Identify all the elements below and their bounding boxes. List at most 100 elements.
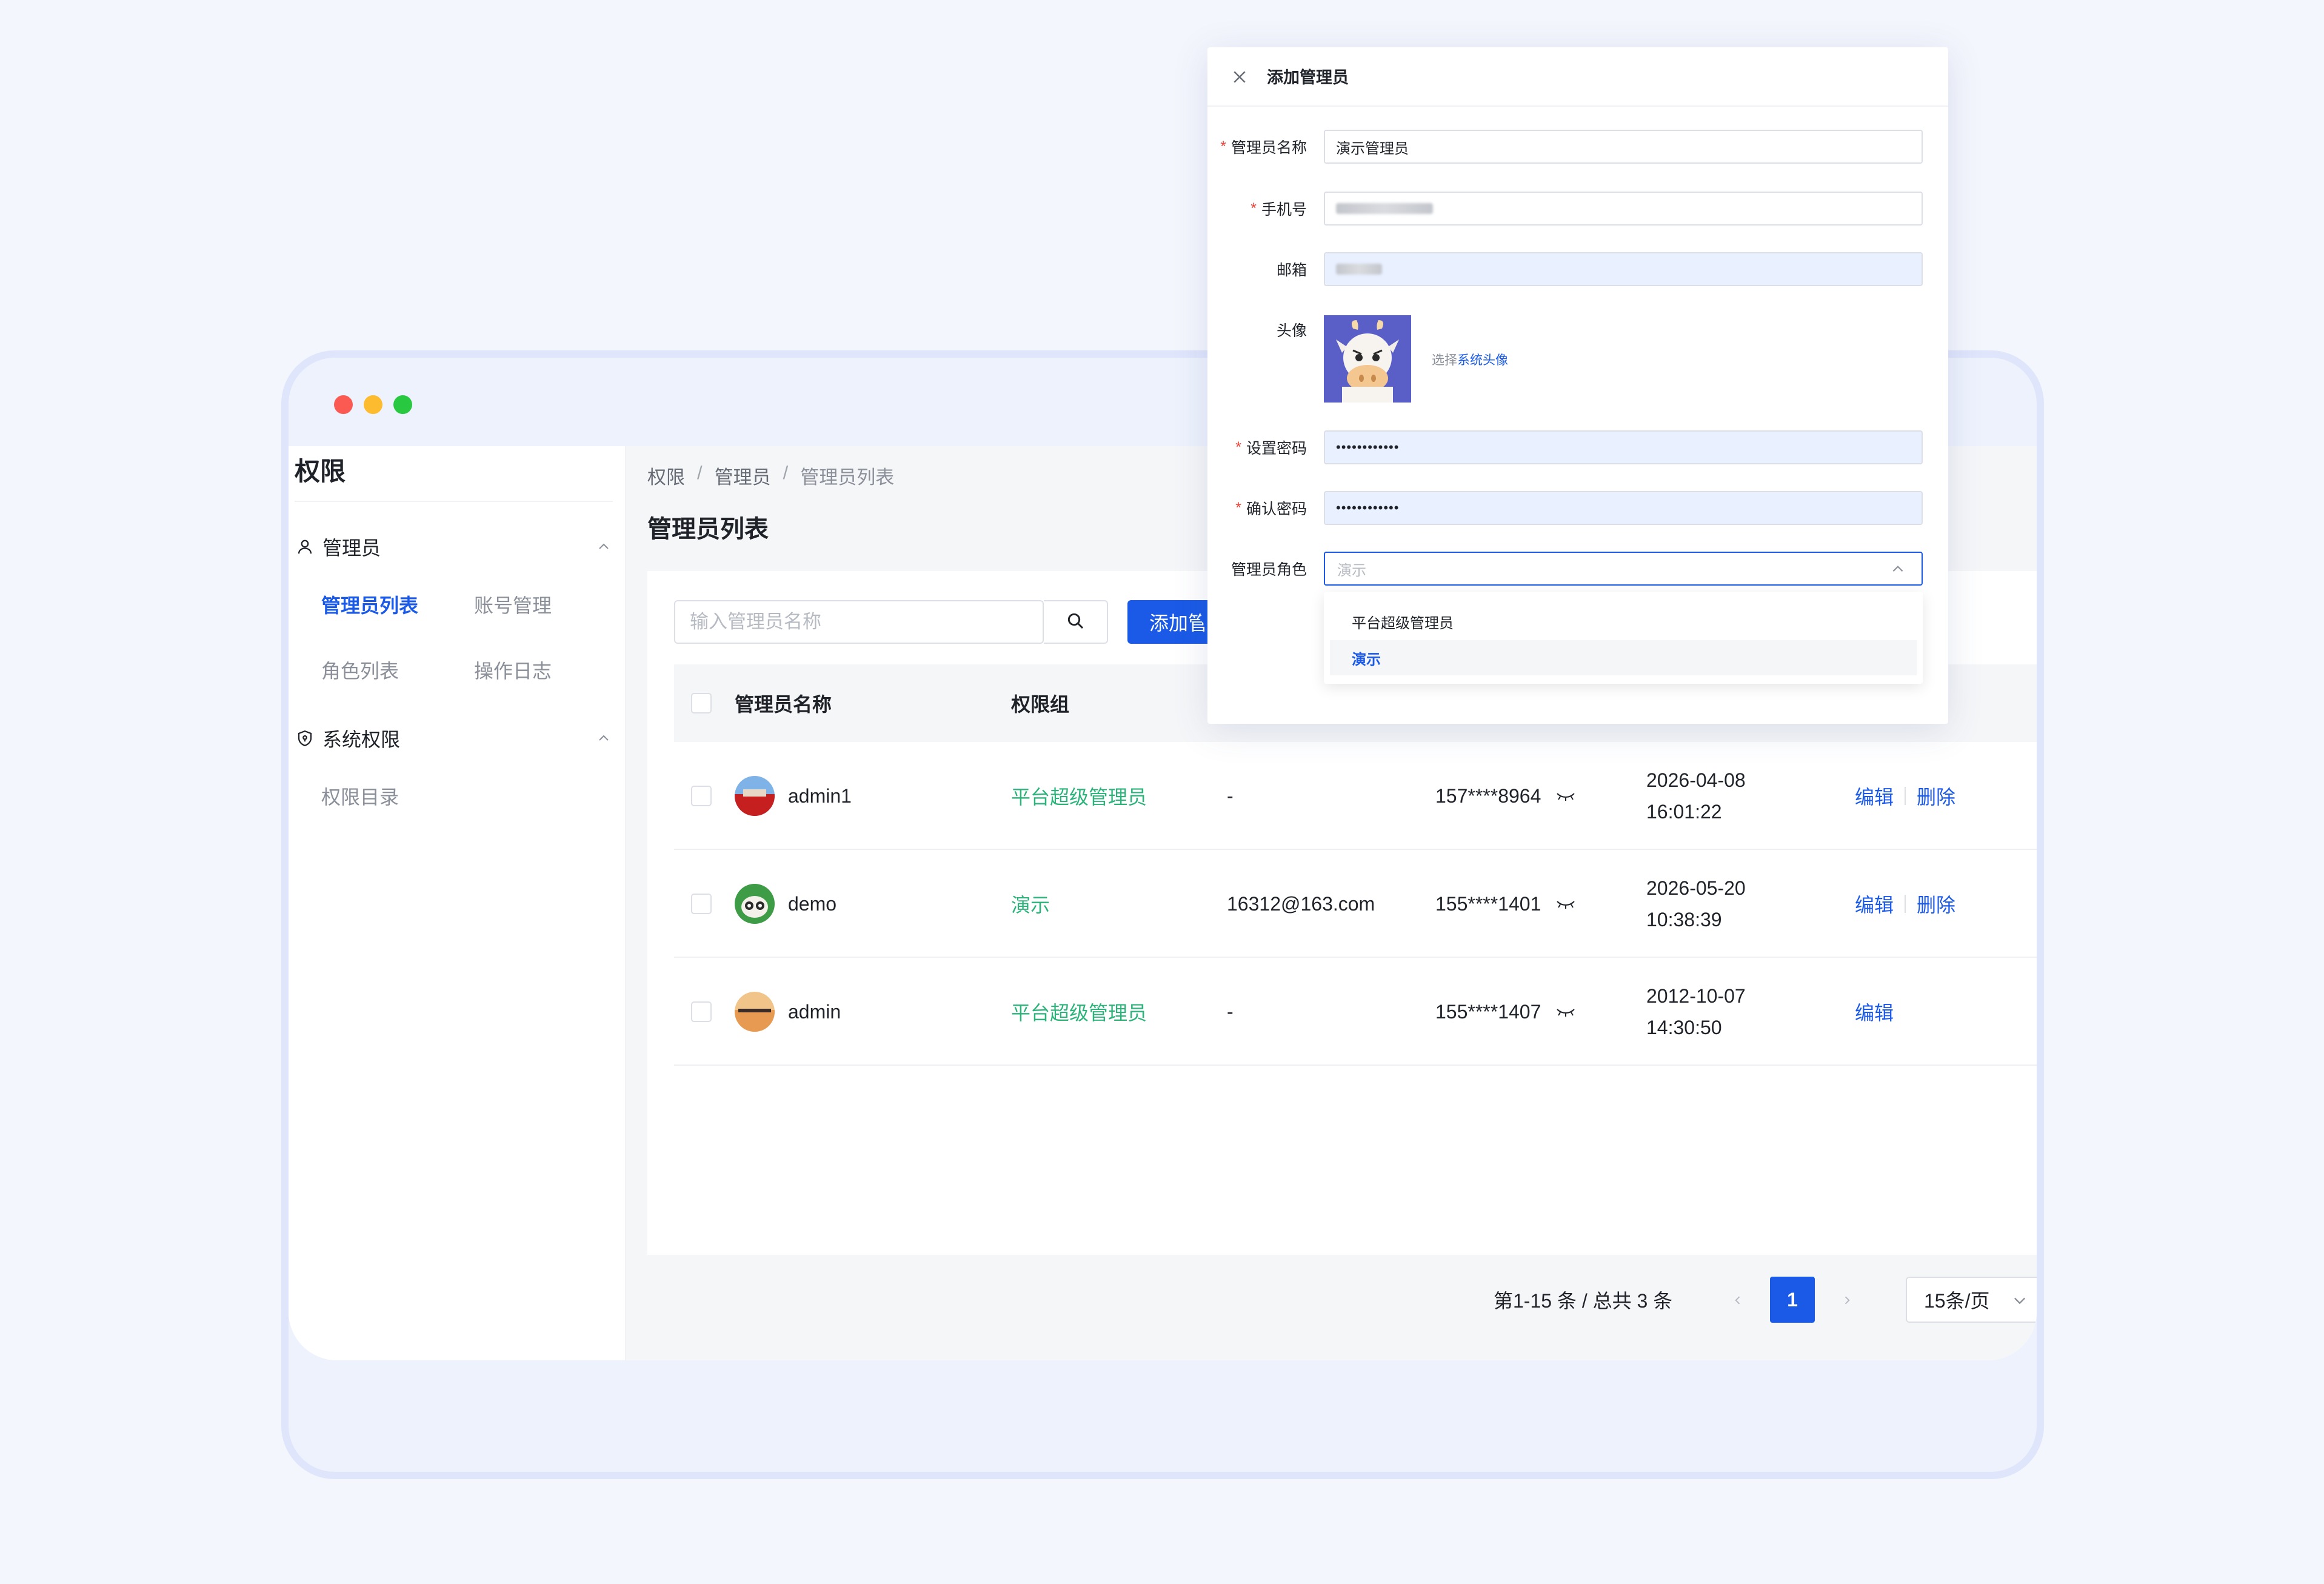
prev-page-button[interactable] — [1715, 1277, 1760, 1323]
field-label-text: 设置密码 — [1246, 440, 1307, 457]
blurred-email-value — [1336, 264, 1382, 275]
role-option-selected[interactable]: 演示 — [1330, 640, 1917, 675]
page-button-current[interactable]: 1 — [1770, 1277, 1815, 1323]
search-input[interactable] — [675, 610, 1043, 633]
sidebar-title: 权限 — [295, 457, 346, 486]
phone-value: 157****8964 — [1435, 784, 1541, 807]
role-select[interactable]: 演示 — [1324, 552, 1923, 586]
eye-closed-icon[interactable] — [1555, 898, 1576, 910]
action-divider — [1905, 895, 1906, 913]
avatar — [735, 776, 775, 816]
row-checkbox[interactable] — [691, 1001, 712, 1022]
phone-value: 155****1407 — [1435, 1000, 1541, 1023]
chevron-left-icon — [1732, 1289, 1744, 1311]
created-time-cell: 2012-10-07 14:30:50 — [1646, 958, 1746, 1066]
created-date: 2012-10-07 — [1646, 985, 1746, 1007]
breadcrumb: 权限 / 管理员 / 管理员列表 — [647, 462, 894, 489]
admin-name-cell: admin1 — [735, 742, 852, 850]
cow-avatar-icon — [1324, 315, 1411, 403]
close-icon[interactable] — [1230, 68, 1249, 86]
role-select-value: 演示 — [1337, 562, 1366, 579]
breadcrumb-item[interactable]: 权限 — [647, 462, 685, 489]
field-label-confirm-password: * 确认密码 — [1235, 491, 1307, 525]
eye-closed-icon[interactable] — [1555, 790, 1576, 802]
maximize-window-dot[interactable] — [393, 395, 412, 414]
avatar — [735, 992, 775, 1032]
edit-link[interactable]: 编辑 — [1855, 998, 1894, 1026]
select-all-checkbox[interactable] — [691, 693, 712, 713]
email-input[interactable] — [1324, 252, 1923, 286]
role-option[interactable]: 平台超级管理员 — [1330, 604, 1917, 639]
search-box[interactable] — [674, 600, 1044, 644]
page-title: 管理员列表 — [647, 516, 769, 543]
field-label-text: 管理员角色 — [1230, 561, 1307, 578]
sidebar-group-system[interactable]: 系统权限 — [295, 720, 613, 757]
user-icon — [295, 536, 315, 557]
column-header-role: 权限组 — [1011, 693, 1070, 715]
breadcrumb-item[interactable]: 管理员 — [715, 462, 771, 489]
breadcrumb-current: 管理员列表 — [800, 467, 895, 488]
created-time: 14:30:50 — [1646, 1017, 1722, 1038]
required-mark: * — [1220, 138, 1226, 155]
window-controls — [334, 395, 412, 414]
sidebar-item-admin-list[interactable]: 管理员列表 — [321, 590, 418, 618]
admin-name: demo — [788, 892, 837, 915]
eye-closed-icon[interactable] — [1555, 1006, 1576, 1018]
field-label-email: 邮箱 — [1277, 252, 1307, 286]
page-size-select[interactable]: 15条/页 — [1906, 1277, 2037, 1323]
system-avatar-link[interactable]: 系统头像 — [1457, 353, 1508, 367]
sidebar-item-permission-dir[interactable]: 权限目录 — [321, 782, 399, 810]
sidebar-item-roles[interactable]: 角色列表 — [321, 656, 399, 684]
add-admin-dialog: 添加管理员 * 管理员名称 演示管理员 * 手机号 邮箱 头像 选择系统头像 *… — [1207, 47, 1948, 724]
breadcrumb-separator: / — [783, 462, 789, 483]
field-label-text: 手机号 — [1261, 201, 1307, 218]
avatar-preview[interactable] — [1324, 315, 1411, 403]
edit-link[interactable]: 编辑 — [1855, 890, 1894, 918]
avatar-picker: 选择系统头像 — [1432, 350, 1508, 369]
field-label-text: 管理员名称 — [1230, 139, 1307, 156]
dialog-title: 添加管理员 — [1267, 69, 1349, 87]
admin-name-input[interactable]: 演示管理员 — [1324, 130, 1923, 164]
sidebar-group-label: 系统权限 — [322, 729, 401, 750]
created-time: 16:01:22 — [1646, 801, 1722, 823]
confirm-password-value: •••••••••••• — [1336, 500, 1400, 515]
field-label-text: 确认密码 — [1246, 501, 1307, 518]
breadcrumb-separator: / — [697, 462, 703, 483]
password-input[interactable]: •••••••••••• — [1324, 430, 1923, 464]
phone-input[interactable] — [1324, 192, 1923, 226]
chevron-up-icon[interactable] — [595, 538, 613, 556]
sidebar-item-account[interactable]: 账号管理 — [474, 590, 552, 618]
required-mark: * — [1235, 499, 1241, 516]
phone-cell: 155****1401 — [1435, 850, 1576, 958]
confirm-password-input[interactable]: •••••••••••• — [1324, 491, 1923, 525]
role-dropdown: 平台超级管理员 演示 — [1324, 592, 1923, 684]
delete-link[interactable]: 删除 — [1917, 890, 1955, 918]
role-tag: 平台超级管理员 — [1011, 786, 1147, 808]
field-label-text: 头像 — [1276, 322, 1307, 339]
table-row: admin 平台超级管理员 - 155****1407 2012-10-07 1… — [674, 958, 2037, 1066]
sidebar-item-logs[interactable]: 操作日志 — [474, 656, 552, 684]
row-checkbox[interactable] — [691, 894, 712, 914]
edit-link[interactable]: 编辑 — [1855, 782, 1894, 810]
field-label-name: * 管理员名称 — [1220, 130, 1307, 164]
delete-link[interactable]: 删除 — [1917, 782, 1955, 810]
admin-name-cell: demo — [735, 850, 836, 958]
search-button[interactable] — [1044, 600, 1108, 644]
minimize-window-dot[interactable] — [364, 395, 382, 414]
chevron-up-icon[interactable] — [595, 729, 613, 747]
field-label-text: 邮箱 — [1276, 262, 1307, 279]
created-time-cell: 2026-05-20 10:38:39 — [1646, 850, 1746, 958]
field-label-password: * 设置密码 — [1235, 430, 1307, 464]
next-page-button[interactable] — [1825, 1277, 1869, 1323]
phone-cell: 155****1407 — [1435, 958, 1576, 1066]
email-cell: - — [1227, 1000, 1234, 1023]
column-header-name: 管理员名称 — [735, 693, 832, 715]
created-time: 10:38:39 — [1646, 909, 1722, 931]
table-row: admin1 平台超级管理员 - 157****8964 2026-04-08 … — [674, 742, 2037, 850]
table-row: demo 演示 16312@163.com 155****1401 2026-0… — [674, 850, 2037, 958]
sidebar: 权限 管理员 管理员列表 账号管理 角色列表 操作日志 系统权限 权限目录 — [289, 446, 626, 1360]
avatar — [735, 884, 775, 924]
sidebar-group-admin[interactable]: 管理员 — [295, 529, 613, 565]
row-checkbox[interactable] — [691, 786, 712, 806]
close-window-dot[interactable] — [334, 395, 353, 414]
